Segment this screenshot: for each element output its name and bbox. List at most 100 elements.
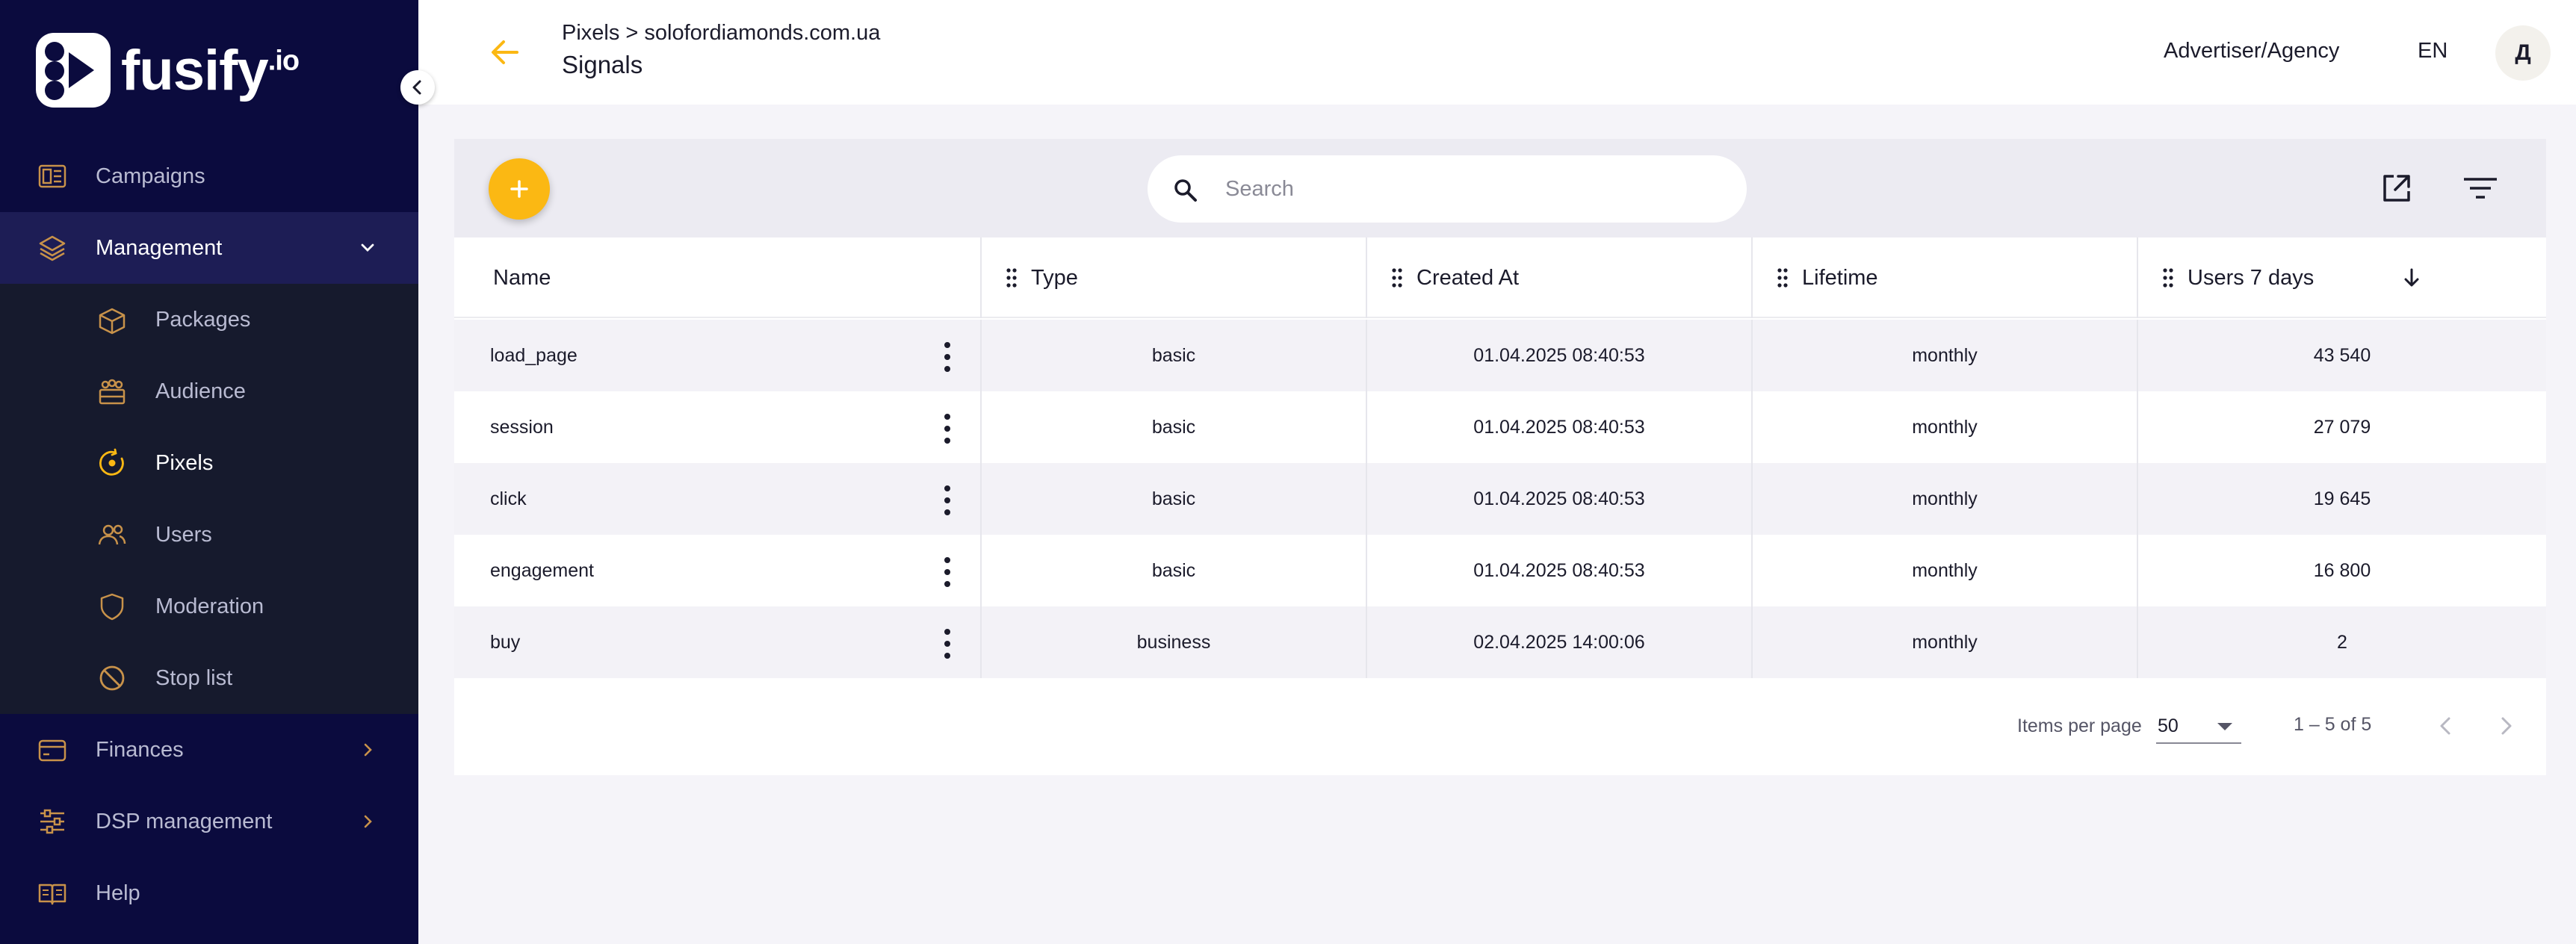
drag-handle-icon[interactable] <box>1006 267 1018 288</box>
sidebar-collapse-button[interactable] <box>400 70 435 105</box>
block-icon <box>99 665 125 691</box>
package-icon <box>99 308 126 335</box>
sidebar-item-label: Stop list <box>155 665 233 690</box>
cell-created-at: 02.04.2025 14:00:06 <box>1366 606 1751 678</box>
previous-page-icon[interactable] <box>2431 711 2461 741</box>
sidebar-item-pixels[interactable]: Pixels <box>0 427 418 499</box>
breadcrumb-pixels-link[interactable]: Pixels <box>562 21 619 45</box>
table-row[interactable]: click basic 01.04.2025 08:40:53 monthly … <box>454 463 2546 535</box>
table-row[interactable]: load_page basic 01.04.2025 08:40:53 mont… <box>454 320 2546 391</box>
sidebar-item-label: Pixels <box>155 450 214 475</box>
row-menu-button[interactable] <box>938 557 956 587</box>
search-input[interactable] <box>1225 155 1718 223</box>
sidebar-item-dsp-management[interactable]: DSP management <box>0 786 418 857</box>
users-icon <box>98 524 126 545</box>
sidebar-item-packages[interactable]: Packages <box>0 284 418 355</box>
cell-users-7-days: 27 079 <box>2137 391 2546 463</box>
plus-icon <box>510 180 528 198</box>
cell-created-at: 01.04.2025 08:40:53 <box>1366 463 1751 535</box>
column-header-users-7-days[interactable]: Users 7 days <box>2137 237 2546 318</box>
top-header: Pixels > solofordiamonds.com.ua Signals … <box>418 0 2576 105</box>
sidebar-item-finances[interactable]: Finances <box>0 714 418 786</box>
items-per-page-select[interactable]: 50 <box>2156 708 2241 744</box>
sidebar-item-stop-list[interactable]: Stop list <box>0 642 418 714</box>
wallet-icon <box>38 739 66 762</box>
row-menu-button[interactable] <box>938 342 956 372</box>
cell-type: basic <box>980 391 1366 463</box>
search-icon <box>1174 179 1197 202</box>
row-menu-button[interactable] <box>938 485 956 515</box>
table-row[interactable]: buy business 02.04.2025 14:00:06 monthly… <box>454 606 2546 678</box>
drag-handle-icon[interactable] <box>1777 267 1789 288</box>
chevron-down-icon <box>361 243 374 252</box>
sidebar-item-label: Packages <box>155 307 251 332</box>
sidebar-item-label: Finances <box>96 737 184 762</box>
sidebar-item-audience[interactable]: Audience <box>0 355 418 427</box>
cell-name: buy <box>490 631 521 653</box>
sidebar-item-label: Help <box>96 881 140 905</box>
column-header-created-at[interactable]: Created At <box>1366 237 1751 318</box>
layers-icon <box>39 235 66 261</box>
cell-name: engagement <box>490 559 595 581</box>
cell-lifetime: monthly <box>1751 463 2137 535</box>
breadcrumb: Pixels > solofordiamonds.com.ua <box>562 21 880 46</box>
cell-users-7-days: 43 540 <box>2137 320 2546 391</box>
drag-handle-icon[interactable] <box>2162 267 2174 288</box>
sidebar-item-label: Management <box>96 235 223 260</box>
column-header-name[interactable]: Name <box>454 237 980 318</box>
sidebar-item-management[interactable]: Management <box>0 212 418 284</box>
sidebar-item-label: DSP management <box>96 809 273 833</box>
logo[interactable]: fusify.io <box>36 33 300 108</box>
kebab-menu-icon <box>944 485 950 491</box>
cell-users-7-days: 16 800 <box>2137 535 2546 606</box>
sidebar-item-label: Campaigns <box>96 164 205 188</box>
sliders-icon <box>40 809 64 834</box>
back-arrow-icon[interactable] <box>487 34 523 70</box>
role-selector[interactable]: Advertiser/Agency <box>2164 39 2339 63</box>
table-toolbar <box>454 139 2546 237</box>
cell-name: session <box>490 416 554 438</box>
table-row[interactable]: session basic 01.04.2025 08:40:53 monthl… <box>454 391 2546 463</box>
cell-created-at: 01.04.2025 08:40:53 <box>1366 320 1751 391</box>
sidebar-item-moderation[interactable]: Moderation <box>0 571 418 642</box>
dropdown-caret-icon <box>2217 723 2232 730</box>
sidebar-item-label: Moderation <box>155 594 264 618</box>
cell-users-7-days: 19 645 <box>2137 463 2546 535</box>
export-icon[interactable] <box>2377 169 2416 208</box>
cell-users-7-days: 2 <box>2137 606 2546 678</box>
row-menu-button[interactable] <box>938 629 956 659</box>
next-page-icon[interactable] <box>2491 711 2521 741</box>
column-header-lifetime[interactable]: Lifetime <box>1751 237 2137 318</box>
kebab-menu-icon <box>944 557 950 563</box>
chevron-right-icon <box>364 815 372 828</box>
row-menu-button[interactable] <box>938 414 956 444</box>
column-header-type[interactable]: Type <box>980 237 1366 318</box>
sidebar-item-label: Audience <box>155 379 246 403</box>
chevron-left-icon <box>412 80 421 95</box>
language-selector[interactable]: EN <box>2418 39 2447 63</box>
brand-name: fusify.io <box>121 38 300 102</box>
filter-icon[interactable] <box>2461 169 2500 208</box>
sidebar-item-help[interactable]: Help <box>0 857 418 929</box>
signals-table-card: Name Type Created At Lifetime Users 7 da… <box>454 139 2546 775</box>
sidebar-item-campaigns[interactable]: Campaigns <box>0 140 418 212</box>
cell-name: load_page <box>490 344 578 366</box>
cell-type: basic <box>980 463 1366 535</box>
items-per-page-label: Items per page <box>2017 715 2142 736</box>
page-title: Signals <box>562 51 643 78</box>
add-signal-button[interactable] <box>489 158 550 220</box>
cell-lifetime: monthly <box>1751 320 2137 391</box>
search-box <box>1148 155 1747 223</box>
kebab-menu-icon <box>944 414 950 420</box>
sort-descending-icon[interactable] <box>2400 266 2424 290</box>
avatar[interactable]: Д <box>2495 25 2551 81</box>
cell-lifetime: monthly <box>1751 606 2137 678</box>
table-row[interactable]: engagement basic 01.04.2025 08:40:53 mon… <box>454 535 2546 606</box>
table-header: Name Type Created At Lifetime Users 7 da… <box>454 237 2546 318</box>
page-range-label: 1 – 5 of 5 <box>2294 714 2372 735</box>
sidebar-item-users[interactable]: Users <box>0 499 418 571</box>
drag-handle-icon[interactable] <box>1391 267 1403 288</box>
cell-created-at: 01.04.2025 08:40:53 <box>1366 535 1751 606</box>
cell-lifetime: monthly <box>1751 391 2137 463</box>
shield-icon <box>100 593 124 621</box>
